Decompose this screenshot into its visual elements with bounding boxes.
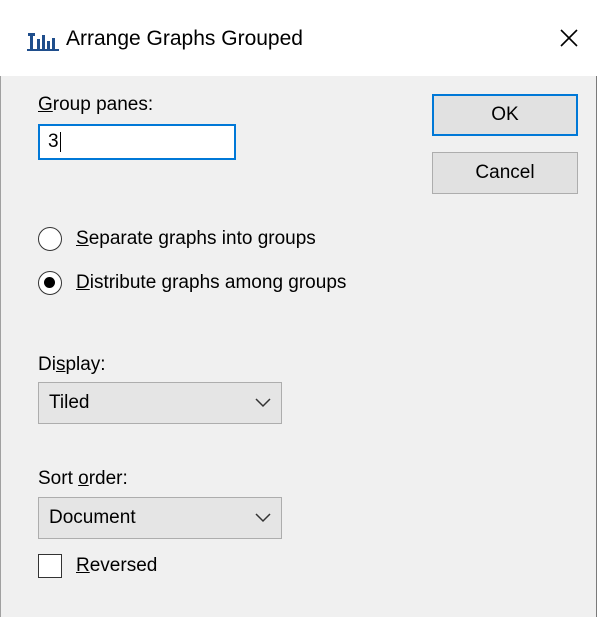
group-panes-label: Group panes: bbox=[38, 93, 153, 117]
sort-order-dropdown[interactable]: Document bbox=[38, 497, 282, 539]
sort-order-label-pre: Sort bbox=[38, 468, 79, 489]
display-value: Tiled bbox=[49, 392, 90, 413]
chevron-down-icon bbox=[255, 513, 271, 523]
separate-graphs-radio[interactable] bbox=[38, 227, 62, 251]
sort-order-value: Document bbox=[49, 507, 136, 528]
title-bar[interactable]: Arrange Graphs Grouped bbox=[0, 0, 597, 76]
sort-order-label-post: rder: bbox=[88, 468, 128, 489]
sort-order-label-accel: o bbox=[78, 468, 89, 489]
reversed-text: eversed bbox=[89, 555, 158, 576]
group-panes-accel: G bbox=[38, 94, 53, 115]
distribute-graphs-accel: D bbox=[76, 272, 90, 293]
separate-graphs-text: eparate graphs into groups bbox=[88, 228, 316, 249]
group-panes-label-text: roup panes: bbox=[52, 94, 154, 115]
distribute-graphs-radio-label[interactable]: Distribute graphs among groups bbox=[76, 271, 346, 295]
reversed-checkbox[interactable] bbox=[38, 554, 62, 578]
window-frame-left bbox=[0, 0, 1, 617]
window-title: Arrange Graphs Grouped bbox=[66, 27, 303, 50]
cancel-button[interactable]: Cancel bbox=[432, 152, 578, 194]
text-caret bbox=[59, 131, 61, 152]
ok-button[interactable]: OK bbox=[432, 94, 578, 136]
close-icon[interactable] bbox=[546, 13, 590, 61]
sort-order-label: Sort order: bbox=[38, 467, 128, 491]
distribute-graphs-radio[interactable] bbox=[38, 271, 62, 295]
group-panes-value: 3 bbox=[48, 131, 59, 152]
chevron-down-icon bbox=[255, 398, 271, 408]
graph-app-icon bbox=[27, 33, 59, 51]
display-dropdown[interactable]: Tiled bbox=[38, 382, 282, 424]
radio-selected-dot bbox=[44, 277, 55, 288]
display-label-pre: Di bbox=[38, 354, 56, 375]
group-panes-input[interactable]: 3 bbox=[38, 124, 236, 160]
reversed-accel: R bbox=[76, 555, 90, 576]
display-label: Display: bbox=[38, 353, 106, 377]
distribute-graphs-text: istribute graphs among groups bbox=[89, 272, 347, 293]
display-label-post: play: bbox=[65, 354, 106, 375]
separate-graphs-radio-label[interactable]: Separate graphs into groups bbox=[76, 227, 316, 251]
reversed-label[interactable]: Reversed bbox=[76, 554, 157, 578]
separate-graphs-accel: S bbox=[76, 228, 89, 249]
